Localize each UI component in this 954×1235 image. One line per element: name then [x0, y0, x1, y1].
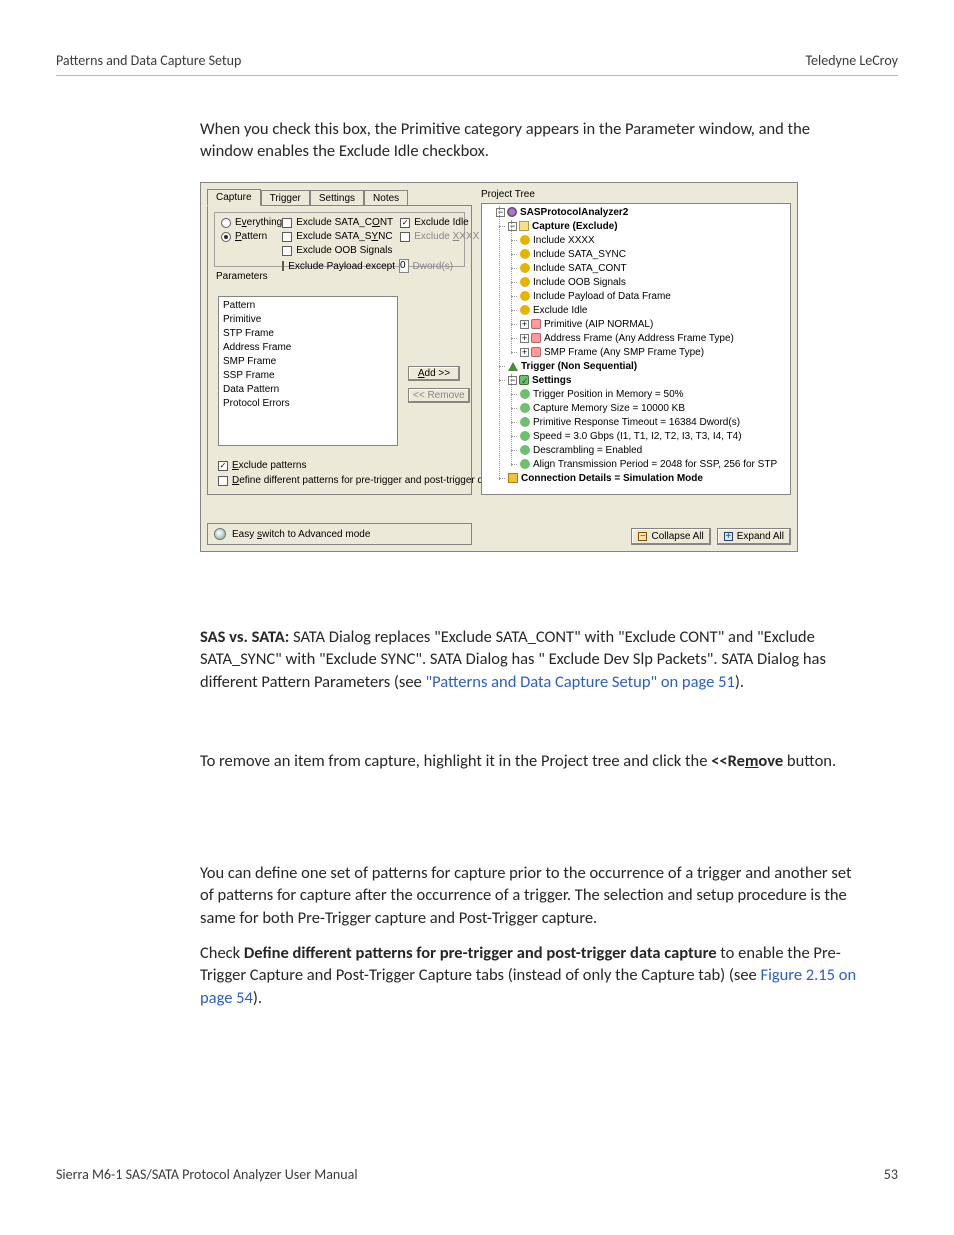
- sas-vs-sata-paragraph: SAS vs. SATA: SATA Dialog replaces "Excl…: [200, 626, 864, 693]
- collapse-icon[interactable]: −: [508, 376, 517, 385]
- capture-panel: Everything Pattern Exclude SATA_CONT Exc…: [207, 205, 472, 495]
- param-item: Data Pattern: [223, 383, 393, 397]
- intro-paragraph: When you check this box, the Primitive c…: [200, 118, 864, 163]
- folder-icon: [519, 221, 529, 231]
- define-diff-bold: Define different patterns for pre-trigge…: [244, 943, 717, 963]
- tree-item-connection[interactable]: Connection Details = Simulation Mode: [508, 472, 788, 486]
- tab-capture[interactable]: Capture: [207, 189, 261, 206]
- tree-item[interactable]: Primitive Response Timeout = 16384 Dword…: [520, 416, 788, 430]
- tree-item-trigger[interactable]: Trigger (Non Sequential): [508, 360, 788, 374]
- tree-item[interactable]: Include XXXX: [520, 234, 788, 248]
- remove-button: << Remove: [408, 388, 470, 403]
- collapse-all-button[interactable]: −Collapse All: [631, 528, 710, 545]
- p-icon: [531, 347, 541, 357]
- bullet-icon: [520, 445, 530, 455]
- collapse-icon[interactable]: −: [496, 208, 505, 217]
- expand-icon[interactable]: +: [520, 320, 529, 329]
- page-footer: Sierra M6-1 SAS/SATA Protocol Analyzer U…: [56, 1166, 898, 1183]
- tree-item[interactable]: Exclude Idle: [520, 304, 788, 318]
- expand-icon[interactable]: +: [520, 348, 529, 357]
- page-header: Patterns and Data Capture Setup Teledyne…: [56, 52, 898, 76]
- bullet-icon: [520, 431, 530, 441]
- minus-icon: −: [638, 532, 647, 541]
- check-exclude-sata-sync[interactable]: Exclude SATA_SYNC: [282, 231, 400, 242]
- param-item: Address Frame: [223, 341, 393, 355]
- param-item: Primitive: [223, 313, 393, 327]
- capture-options-group: Everything Pattern Exclude SATA_CONT Exc…: [214, 212, 465, 267]
- tree-item[interactable]: +SMP Frame (Any SMP Frame Type): [520, 346, 788, 360]
- tree-item[interactable]: Trigger Position in Memory = 50%: [520, 388, 788, 402]
- tree-item[interactable]: +Primitive (AIP NORMAL): [520, 318, 788, 332]
- p-icon: [531, 333, 541, 343]
- parameters-listbox[interactable]: Pattern Primitive STP Frame Address Fram…: [218, 296, 398, 446]
- param-item: SSP Frame: [223, 369, 393, 383]
- bullet-icon: [520, 249, 530, 259]
- expand-icon[interactable]: +: [520, 334, 529, 343]
- check-exclude-idle[interactable]: Exclude Idle: [400, 217, 479, 228]
- tree-item[interactable]: +Address Frame (Any Address Frame Type): [520, 332, 788, 346]
- define-sets-paragraph: You can define one set of patterns for c…: [200, 862, 864, 929]
- easy-switch-link[interactable]: Easy switch to Advanced mode: [207, 523, 472, 545]
- tab-bar: Capture Trigger Settings Notes: [207, 189, 408, 206]
- check-exclude-oob[interactable]: Exclude OOB Signals: [282, 245, 400, 256]
- bullet-icon: [520, 389, 530, 399]
- bullet-icon: [520, 291, 530, 301]
- tree-item[interactable]: Align Transmission Period = 2048 for SSP…: [520, 458, 788, 472]
- footer-left: Sierra M6-1 SAS/SATA Protocol Analyzer U…: [56, 1166, 358, 1183]
- tree-item[interactable]: Include OOB Signals: [520, 276, 788, 290]
- bullet-icon: [520, 263, 530, 273]
- project-tree-label: Project Tree: [481, 189, 535, 200]
- bullet-icon: [520, 305, 530, 315]
- tree-item[interactable]: Include Payload of Data Frame: [520, 290, 788, 304]
- header-left: Patterns and Data Capture Setup: [56, 52, 241, 69]
- header-right: Teledyne LeCroy: [805, 52, 898, 69]
- param-item: Pattern: [223, 299, 393, 313]
- tree-item[interactable]: Include SATA_SYNC: [520, 248, 788, 262]
- bullet-icon: [520, 403, 530, 413]
- collapse-icon[interactable]: −: [508, 222, 517, 231]
- tree-item[interactable]: Speed = 3.0 Gbps (I1, T1, I2, T2, I3, T3…: [520, 430, 788, 444]
- add-button[interactable]: Add >>: [408, 366, 460, 381]
- define-diff-paragraph: Check Define different patterns for pre-…: [200, 942, 864, 1009]
- link-patterns-p51[interactable]: "Patterns and Data Capture Setup" on pag…: [425, 672, 734, 692]
- check-exclude-payload[interactable]: Exclude Payload except 0 Dword(s): [282, 259, 400, 273]
- tree-item[interactable]: Capture Memory Size = 10000 KB: [520, 402, 788, 416]
- dialog-screenshot: Capture Trigger Settings Notes Everythin…: [200, 182, 798, 552]
- expand-all-button[interactable]: +Expand All: [717, 528, 791, 545]
- settings-icon: [519, 375, 529, 385]
- tree-item[interactable]: Descrambling = Enabled: [520, 444, 788, 458]
- bullet-icon: [520, 277, 530, 287]
- radio-everything[interactable]: Everything: [221, 217, 282, 228]
- gear-icon: [507, 207, 517, 217]
- remove-item-paragraph: To remove an item from capture, highligh…: [200, 750, 864, 772]
- p-icon: [531, 319, 541, 329]
- radio-pattern[interactable]: Pattern: [221, 231, 282, 242]
- footer-right: 53: [884, 1166, 898, 1183]
- sas-vs-sata-lead: SAS vs. SATA:: [200, 627, 293, 647]
- check-exclude-sata-cont[interactable]: Exclude SATA_CONT: [282, 217, 400, 228]
- bullet-icon: [520, 235, 530, 245]
- trigger-icon: [508, 362, 518, 371]
- easy-switch-icon: [214, 528, 226, 540]
- check-exclude-xxxx: Exclude XXXX: [400, 231, 479, 242]
- tree-item[interactable]: Include SATA_CONT: [520, 262, 788, 276]
- bullet-icon: [520, 459, 530, 469]
- plus-icon: +: [724, 532, 733, 541]
- param-item: STP Frame: [223, 327, 393, 341]
- param-item: SMP Frame: [223, 355, 393, 369]
- bullet-icon: [520, 417, 530, 427]
- connection-icon: [508, 473, 518, 483]
- param-item: Protocol Errors: [223, 397, 393, 411]
- project-tree[interactable]: −SASProtocolAnalyzer2 −Capture (Exclude)…: [481, 203, 791, 495]
